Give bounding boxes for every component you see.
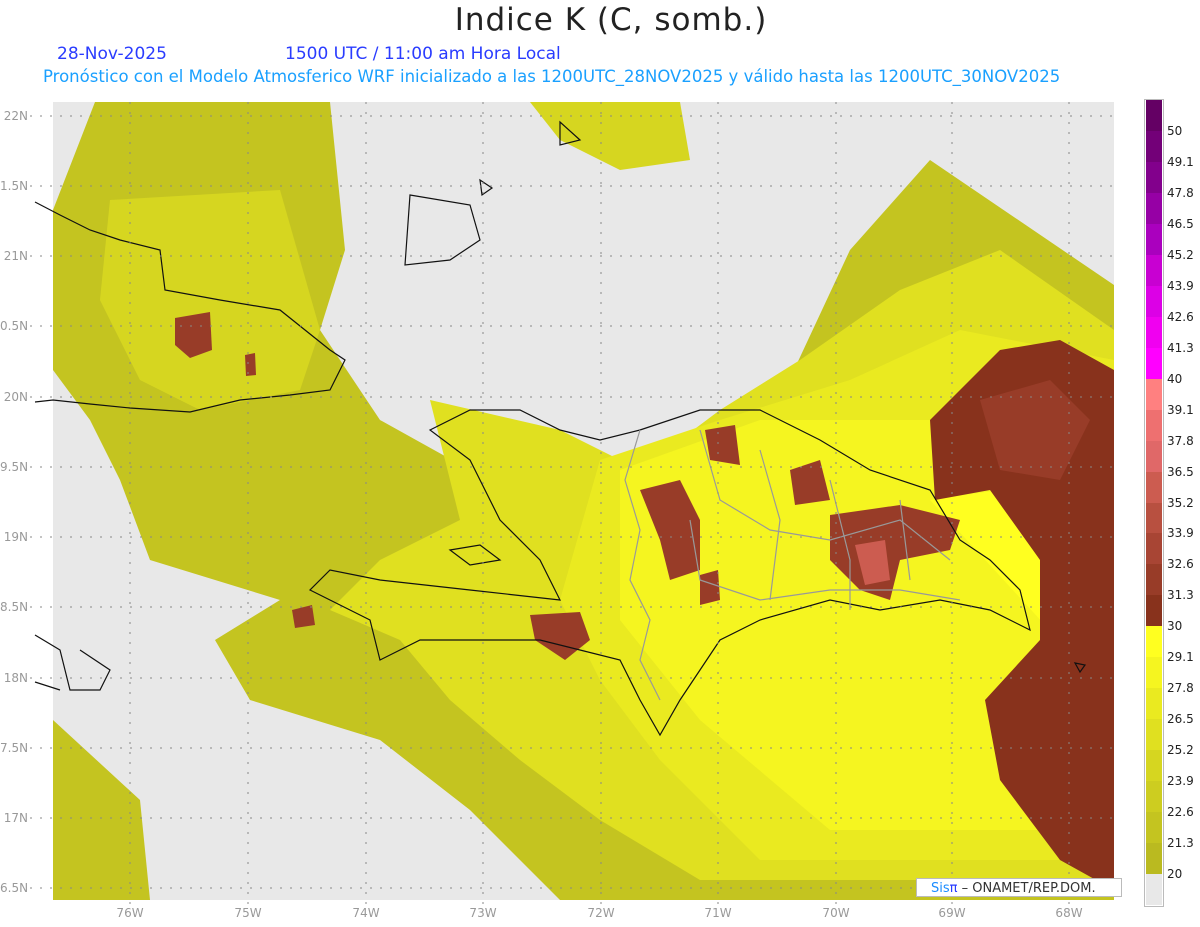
colorbar-label: 45.2 xyxy=(1167,247,1194,262)
colorbar-label: 25.2 xyxy=(1167,743,1194,758)
colorbar-label: 35.2 xyxy=(1167,495,1194,510)
lon-tick-label: 68W xyxy=(1055,906,1083,920)
colorbar-label: 22.6 xyxy=(1167,805,1194,820)
lat-tick-label: 1.5N xyxy=(0,179,29,193)
colorbar-label: 40 xyxy=(1167,371,1183,386)
lat-tick-label: 0.5N xyxy=(0,319,29,333)
colorbar-label: 29.1 xyxy=(1167,650,1194,665)
lat-tick-label: 9.5N xyxy=(0,460,29,474)
colorbar-label: 27.8 xyxy=(1167,681,1194,696)
credit-label: Sisπ – ONAMET/REP.DOM. xyxy=(916,878,1122,897)
credit-org: – ONAMET/REP.DOM. xyxy=(961,881,1096,896)
colorbar-label: 43.9 xyxy=(1167,278,1194,293)
k-index-map xyxy=(30,102,1114,905)
colorbar-label: 49.1 xyxy=(1167,154,1194,169)
lat-tick-label: 18N xyxy=(3,671,28,685)
colorbar-label: 36.5 xyxy=(1167,464,1194,479)
lon-tick-label: 72W xyxy=(587,906,615,920)
lon-tick-label: 70W xyxy=(822,906,850,920)
lon-tick-label: 76W xyxy=(116,906,144,920)
colorbar-label: 21.3 xyxy=(1167,836,1194,851)
lat-tick-label: 22N xyxy=(3,109,28,123)
colorbar-label: 30 xyxy=(1167,619,1183,634)
colorbar-label: 47.8 xyxy=(1167,185,1194,200)
lat-tick-label: 17N xyxy=(3,811,28,825)
colorbar-frame xyxy=(1144,99,1164,907)
lat-tick-label: 21N xyxy=(3,249,28,263)
colorbar-label: 50 xyxy=(1167,123,1183,138)
colorbar-label: 39.1 xyxy=(1167,402,1194,417)
lon-tick-label: 73W xyxy=(469,906,497,920)
lon-tick-label: 69W xyxy=(938,906,966,920)
sispi-logo-text: Sis xyxy=(931,881,950,896)
lat-tick-label: 20N xyxy=(3,390,28,404)
colorbar-label: 23.9 xyxy=(1167,774,1194,789)
colorbar-label: 33.9 xyxy=(1167,526,1194,541)
lat-tick-label: 7.5N xyxy=(0,741,29,755)
lat-tick-label: 8.5N xyxy=(0,600,29,614)
sispi-pi-symbol: π xyxy=(949,881,958,896)
lon-tick-label: 71W xyxy=(704,906,732,920)
colorbar-label: 46.5 xyxy=(1167,216,1194,231)
colorbar-label: 32.6 xyxy=(1167,557,1194,572)
colorbar-label: 37.8 xyxy=(1167,433,1194,448)
colorbar-label: 31.3 xyxy=(1167,588,1194,603)
lon-tick-label: 74W xyxy=(352,906,380,920)
lat-tick-label: 19N xyxy=(3,530,28,544)
colorbar-label: 20 xyxy=(1167,867,1183,882)
lon-tick-label: 75W xyxy=(234,906,262,920)
colorbar-label: 41.3 xyxy=(1167,340,1194,355)
colorbar-label: 26.5 xyxy=(1167,712,1194,727)
lat-tick-label: 6.5N xyxy=(0,881,29,895)
colorbar-label: 42.6 xyxy=(1167,309,1194,324)
